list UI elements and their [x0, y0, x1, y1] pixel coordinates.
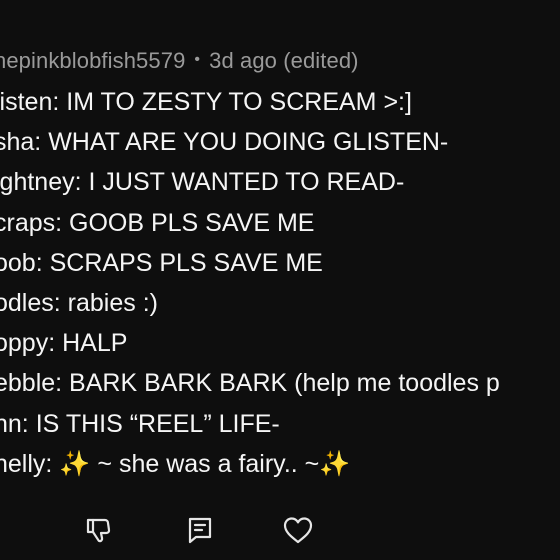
- comment-line: craps: GOOB PLS SAVE ME: [0, 208, 315, 237]
- sparkles-emoji: ✨: [319, 449, 351, 478]
- comment-line: nn: IS THIS “REEL” LIFE-: [0, 409, 280, 438]
- comment-line: oppy: HALP: [0, 329, 128, 358]
- reply-icon: [185, 515, 215, 545]
- comment-header: hepinkblobfish5579 • 3d ago (edited): [0, 46, 359, 76]
- username[interactable]: hepinkblobfish5579: [0, 48, 185, 74]
- line-text: ~ she was a fairy.. ~: [90, 449, 320, 478]
- comment-actions: [0, 508, 560, 552]
- dislike-button[interactable]: [80, 512, 116, 548]
- like-button[interactable]: [280, 512, 316, 548]
- upvote-icon[interactable]: [0, 522, 4, 536]
- reply-button[interactable]: [182, 512, 218, 548]
- sparkles-emoji: ✨: [59, 449, 91, 478]
- timestamp: 3d ago (edited): [209, 48, 359, 73]
- comment-line: sha: WHAT ARE YOU DOING GLISTEN-: [0, 128, 449, 157]
- heart-icon: [282, 515, 314, 545]
- comment-body: listen: IM TO ZESTY TO SCREAM >:] sha: W…: [0, 88, 560, 490]
- comment-line: listen: IM TO ZESTY TO SCREAM >:]: [0, 88, 412, 116]
- comment-line: nelly: ✨ ~ she was a fairy.. ~✨: [0, 450, 560, 490]
- comment-line: oob: SCRAPS PLS SAVE ME: [0, 248, 323, 277]
- comment-line: ebble: BARK BARK BARK (help me toodles p: [0, 369, 500, 398]
- dislike-icon: [83, 515, 113, 545]
- line-prefix: nelly:: [0, 449, 60, 478]
- comment-line: ightney: I JUST WANTED TO READ-: [0, 168, 405, 197]
- meta-separator: •: [194, 51, 201, 68]
- comment-line: odles: rabies :): [0, 288, 158, 317]
